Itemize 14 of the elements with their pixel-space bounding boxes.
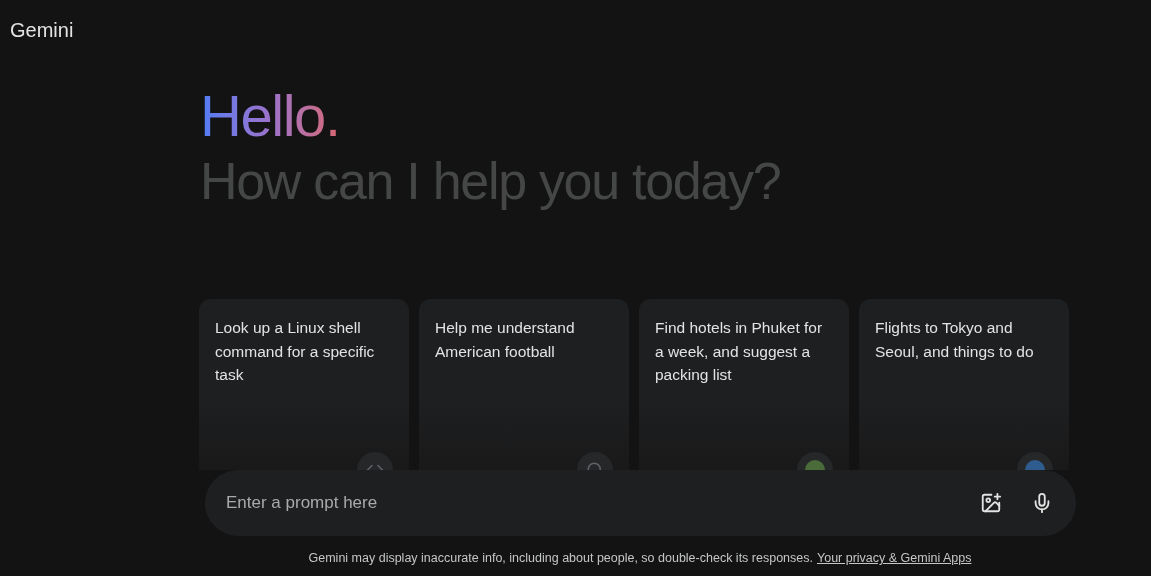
suggestion-card[interactable]: Look up a Linux shell command for a specific task bbox=[199, 299, 409, 470]
suggestion-card[interactable]: Flights to Tokyo and Seoul, and things to do bbox=[859, 299, 1069, 470]
suggestion-text: Flights to Tokyo and Seoul, and things to do bbox=[875, 318, 1035, 362]
privacy-link[interactable]: Your privacy & Gemini Apps bbox=[817, 549, 972, 568]
suggestion-card[interactable]: Find hotels in Phuket for a week, and suggest a packing list bbox=[639, 299, 849, 470]
prompt-field[interactable]: Enter a prompt here bbox=[226, 490, 979, 516]
suggestion-text: Find hotels in Phuket for a week, and suggest a packing list bbox=[655, 318, 824, 385]
app-title: Gemini bbox=[10, 19, 74, 41]
suggestion-text: Help me understand American football bbox=[435, 318, 576, 362]
suggestion-card[interactable]: Help me understand American football bbox=[419, 299, 629, 470]
suggestion-text: Look up a Linux shell command for a specific task bbox=[215, 318, 376, 385]
prompt-bar[interactable]: Enter a prompt here bbox=[205, 470, 1076, 536]
disclaimer-text: Gemini may display inaccurate info, including about people, so double-check its responses. bbox=[308, 550, 813, 567]
image-upload-icon[interactable] bbox=[979, 491, 1003, 515]
